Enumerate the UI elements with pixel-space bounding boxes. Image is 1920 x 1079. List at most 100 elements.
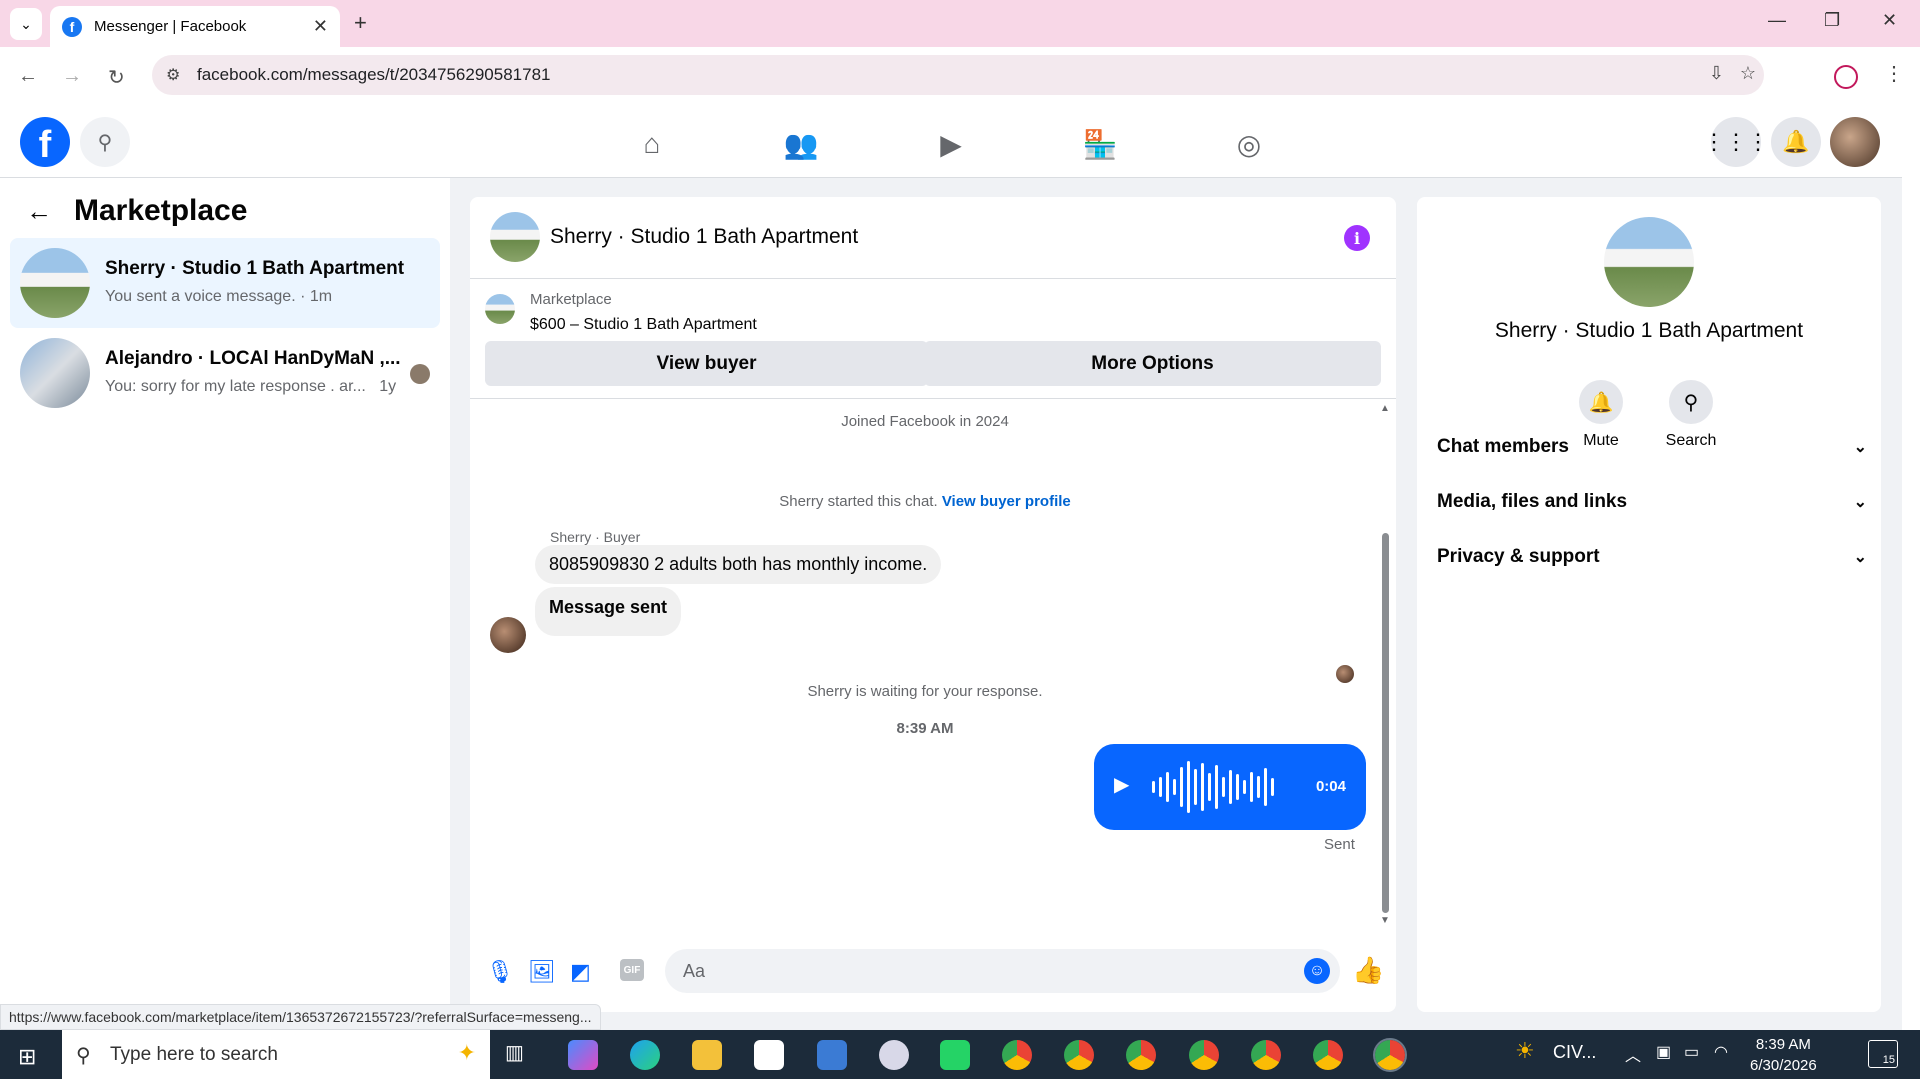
minimize-icon[interactable]: —	[1768, 10, 1786, 31]
scroll-down-icon[interactable]: ▼	[1380, 915, 1390, 926]
chat-avatar[interactable]	[490, 212, 540, 262]
thumbs-up-icon[interactable]: 👍	[1352, 955, 1384, 986]
view-buyer-profile-link[interactable]: View buyer profile	[942, 493, 1071, 510]
chrome-profile-icon[interactable]	[1002, 1040, 1032, 1070]
tab-search-icon[interactable]: ⌄	[10, 8, 42, 40]
clock-date: 6/30/2026	[1750, 1057, 1817, 1074]
contact-avatar	[20, 338, 90, 408]
chat-members-section[interactable]: Chat members ⌄	[1437, 425, 1867, 469]
search-icon[interactable]: ⚲	[80, 117, 130, 167]
sticker-icon[interactable]: ◩	[570, 959, 591, 985]
microphone-icon[interactable]: 🎙	[486, 959, 514, 985]
chrome-profile-icon[interactable]	[1064, 1040, 1094, 1070]
waveform-bar	[1264, 768, 1267, 806]
close-tab-icon[interactable]: ✕	[313, 16, 328, 37]
wifi-icon[interactable]: ◠	[1714, 1042, 1728, 1062]
thread-scrollbar[interactable]	[1380, 403, 1390, 938]
waveform-bar	[1222, 777, 1225, 797]
more-options-button[interactable]: More Options	[924, 341, 1381, 386]
paint-icon[interactable]	[879, 1040, 909, 1070]
chrome-profile-icon[interactable]	[1189, 1040, 1219, 1070]
contact-profile-avatar[interactable]	[1604, 217, 1694, 307]
url-field[interactable]: ⚙ facebook.com/messages/t/20347562905817…	[152, 55, 1764, 95]
media-files-links-section[interactable]: Media, files and links ⌄	[1437, 480, 1867, 524]
scroll-up-icon[interactable]: ▲	[1380, 403, 1390, 414]
view-buyer-button[interactable]: View buyer	[485, 341, 928, 386]
listing-category: Marketplace	[530, 291, 612, 308]
tray-chevron-icon[interactable]: ︿	[1625, 1042, 1641, 1066]
chrome-profile-icon[interactable]	[1313, 1040, 1343, 1070]
account-avatar[interactable]	[1830, 117, 1880, 167]
message-timestamp: 8:39 AM	[896, 720, 954, 737]
voice-message-bubble[interactable]: ▶ 0:04	[1094, 744, 1366, 830]
listing-thumbnail[interactable]	[485, 294, 515, 324]
conversation-time: 1y	[379, 378, 397, 395]
waveform-bar	[1159, 777, 1162, 797]
weather-text[interactable]: CIV...	[1553, 1042, 1596, 1063]
message-bubble[interactable]: 8085909830 2 adults both has monthly inc…	[535, 545, 942, 584]
chat-title[interactable]: Sherry · Studio 1 Bath Apartment	[550, 225, 858, 249]
back-icon[interactable]: ←	[18, 65, 38, 88]
play-icon[interactable]: ▶	[1114, 772, 1129, 797]
forward-icon[interactable]: →	[62, 65, 82, 88]
weather-icon[interactable]: ☀	[1515, 1038, 1535, 1064]
message-placeholder: Aa	[683, 960, 706, 981]
scrollbar-thumb[interactable]	[1382, 533, 1389, 913]
task-view-icon[interactable]: ▥	[505, 1040, 535, 1070]
video-icon[interactable]: ▶	[928, 121, 974, 167]
waveform-bar	[1215, 765, 1218, 809]
home-icon[interactable]: ⌂	[629, 121, 675, 167]
chrome-profile-icon[interactable]	[1251, 1040, 1281, 1070]
tab-title: Messenger | Facebook	[94, 18, 247, 35]
gif-icon[interactable]: GIF	[620, 959, 644, 981]
page-scrollbar[interactable]	[1902, 109, 1920, 1030]
groups-icon[interactable]: ◎	[1226, 121, 1272, 167]
sender-avatar[interactable]	[490, 617, 526, 653]
conversation-item-alejandro[interactable]: Alejandro · LOCAl HanDyMaN ,... You: sor…	[10, 328, 440, 418]
address-bar-row: ← → ↻ ⚙ facebook.com/messages/t/20347562…	[0, 47, 1920, 109]
install-app-icon[interactable]: ⇩	[1709, 63, 1724, 84]
restore-icon[interactable]: ❐	[1824, 10, 1840, 31]
bookmark-star-icon[interactable]: ☆	[1740, 63, 1756, 84]
message-bubble[interactable]: Message sent	[535, 587, 682, 636]
waveform-bar	[1243, 780, 1246, 794]
browser-tab[interactable]: f Messenger | Facebook ✕	[50, 6, 340, 47]
windows-start-icon[interactable]: ⊞	[18, 1044, 36, 1070]
notifications-bell-icon[interactable]: 🔔	[1771, 117, 1821, 167]
facebook-header: f ⚲ ⌂ 👥 ▶ 🏪 ◎ ⋮⋮⋮ 🔔	[0, 109, 1902, 178]
conversation-item-sherry[interactable]: Sherry · Studio 1 Bath Apartment You sen…	[10, 238, 440, 328]
copilot-icon[interactable]	[568, 1040, 598, 1070]
back-arrow-icon[interactable]: ←	[26, 196, 52, 227]
conversation-name: Alejandro · LOCAl HanDyMaN ,...	[105, 348, 401, 369]
info-icon[interactable]: i	[1344, 225, 1370, 251]
menu-grid-icon[interactable]: ⋮⋮⋮	[1703, 117, 1769, 167]
notification-center-icon[interactable]: 15	[1868, 1040, 1898, 1068]
site-settings-icon[interactable]: ⚙	[166, 65, 180, 85]
bell-icon: 🔔	[1579, 380, 1623, 424]
browser-menu-icon[interactable]: ⋮	[1884, 61, 1904, 86]
facebook-logo-icon[interactable]: f	[20, 117, 70, 167]
message-input[interactable]: Aa ☺	[665, 949, 1340, 993]
battery-icon[interactable]: ▭	[1684, 1042, 1699, 1062]
marketplace-icon[interactable]: 🏪	[1077, 121, 1123, 167]
reload-icon[interactable]: ↻	[108, 65, 125, 90]
attach-photo-icon[interactable]: 🖼	[528, 959, 556, 985]
whatsapp-icon[interactable]	[940, 1040, 970, 1070]
edge-icon[interactable]	[630, 1040, 660, 1070]
chrome-active-icon[interactable]	[1373, 1038, 1407, 1072]
close-window-icon[interactable]: ✕	[1882, 10, 1897, 31]
listing-price[interactable]: $600 – Studio 1 Bath Apartment	[530, 316, 757, 334]
mail-icon[interactable]	[817, 1040, 847, 1070]
privacy-support-section[interactable]: Privacy & support ⌄	[1437, 535, 1867, 579]
chat-panel: Sherry · Studio 1 Bath Apartment i Marke…	[470, 197, 1396, 1012]
file-explorer-icon[interactable]	[692, 1040, 722, 1070]
emoji-icon[interactable]: ☺	[1304, 958, 1330, 984]
taskbar-search-field[interactable]: ⚲ Type here to search ✦	[62, 1030, 490, 1079]
new-tab-icon[interactable]: +	[354, 10, 367, 36]
browser-profile-icon[interactable]	[1834, 65, 1858, 89]
meet-icon[interactable]: ▣	[1656, 1042, 1671, 1062]
microsoft-store-icon[interactable]	[754, 1040, 784, 1070]
chrome-profile-icon[interactable]	[1126, 1040, 1156, 1070]
system-clock[interactable]: 8:39 AM 6/30/2026	[1750, 1034, 1817, 1076]
friends-icon[interactable]: 👥	[778, 121, 824, 167]
